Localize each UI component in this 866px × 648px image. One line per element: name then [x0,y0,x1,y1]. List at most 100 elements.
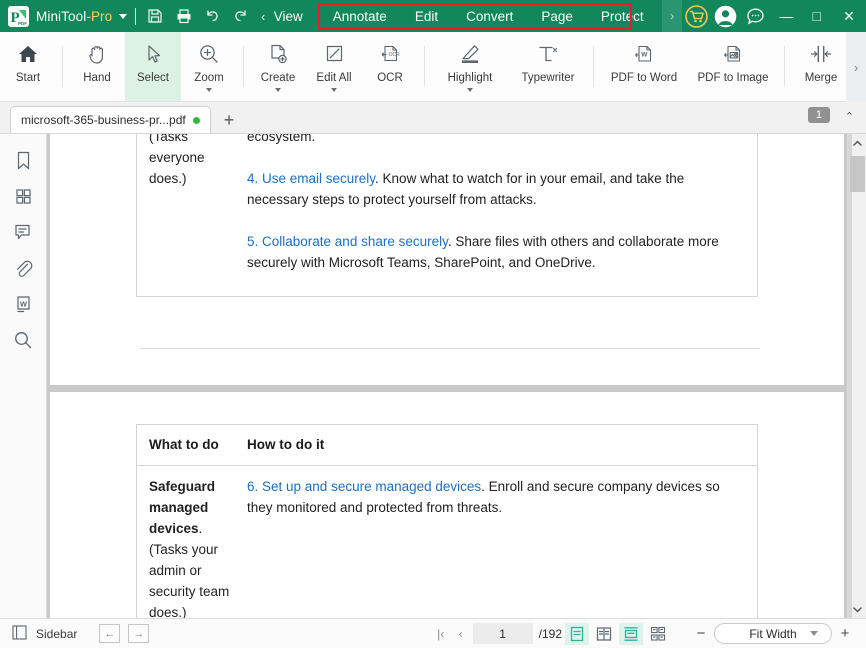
nav-forward-button[interactable]: → [128,624,150,643]
zoom-level-select[interactable]: Fit Width [714,623,832,644]
single-page-view-icon[interactable] [565,622,589,645]
first-page-button[interactable]: |‹ [431,622,451,646]
previous-page-button[interactable]: ‹ [451,622,471,646]
toolbar-label-ocr: OCR [377,72,403,84]
new-tab-button[interactable]: + [224,111,235,129]
shopping-cart-icon[interactable] [682,0,710,32]
page2-task-title-bold: Safeguard managed devices [149,479,216,536]
toolbar-button-pdf-to-word[interactable]: W PDF to Word [600,32,688,101]
page1-content-table: team. (Tasks everyone does.) own device,… [136,134,758,297]
page1-left-line-2: (Tasks [149,134,189,144]
app-menu-chevron-down-icon[interactable] [119,13,128,19]
toolbar-button-highlight[interactable]: Highlight [431,32,509,101]
page2-header-row: What to do How to do it [137,425,757,466]
maximize-button[interactable]: □ [802,0,832,32]
toolbar-label-edit-all: Edit All [316,72,352,84]
menu-collapse-left-icon[interactable]: ‹ [255,0,272,32]
close-button[interactable]: ✕ [832,0,866,32]
ocr-icon: OCR [379,39,401,69]
toolbar-divider [424,46,425,87]
edit-all-dropdown-chevron-icon[interactable] [331,88,337,92]
home-icon [17,39,39,69]
typewriter-icon [536,39,560,69]
scroll-down-button[interactable] [848,600,866,618]
svg-text:W: W [641,52,648,59]
scroll-up-chevron-icon[interactable]: ⌃ [845,110,854,123]
redo-icon[interactable] [226,0,254,32]
toolbar-label-pdf-to-image: PDF to Image [697,72,769,84]
highlight-dropdown-chevron-icon[interactable] [467,88,473,92]
page2-task-title: Safeguard managed devices. [149,476,237,539]
merge-icon [809,39,833,69]
toolbar-button-merge[interactable]: Merge [791,32,851,101]
toolbar-button-select[interactable]: Select [125,32,181,101]
pdf-to-word-icon: W [632,39,656,69]
app-title: MiniTool-Pro [36,9,112,24]
menu-page[interactable]: Page [527,0,587,32]
toolbar-button-hand[interactable]: Hand [69,32,125,101]
grid-thumbnail-view-icon[interactable] [646,623,670,645]
toolbar-button-ocr[interactable]: OCR OCR [362,32,418,101]
page2-header-cell-2: How to do it [247,425,757,465]
undo-icon[interactable] [198,0,226,32]
vertical-scrollbar[interactable] [847,134,866,618]
two-page-view-icon[interactable] [592,623,616,645]
zoom-out-button[interactable]: − [688,623,714,645]
comment-icon[interactable] [8,216,38,248]
menu-view[interactable]: View [272,0,319,32]
word-icon[interactable]: W [8,288,38,320]
zoom-dropdown-chevron-icon[interactable] [206,88,212,92]
page1-item-4-link[interactable]: 4. Use email securely [247,171,375,186]
print-icon[interactable] [170,0,198,32]
zoom-chevron-down-icon[interactable] [810,631,818,636]
zoom-in-button[interactable]: + [832,623,858,645]
app-title-pro: Pro [90,8,113,24]
toolbar-label-merge: Merge [804,72,838,84]
create-file-icon [268,39,289,69]
menu-annotate[interactable]: Annotate [319,0,401,32]
menu-edit[interactable]: Edit [401,0,452,32]
page2-task-note: (Tasks your admin or security team does.… [149,542,230,618]
menu-protect[interactable]: Protect [587,0,658,32]
user-account-icon[interactable] [711,0,739,32]
toolbar-button-create[interactable]: Create [250,32,306,101]
scrollbar-thumb[interactable] [850,156,865,192]
nav-back-button[interactable]: ← [99,624,121,643]
toolbar-button-edit-all[interactable]: Edit All [306,32,362,101]
feedback-chat-icon[interactable] [739,0,771,32]
page1-item-5-link[interactable]: 5. Collaborate and share securely [247,234,448,249]
toolbar-button-typewriter[interactable]: Typewriter [509,32,587,101]
page2-item-6-link[interactable]: 6. Set up and secure managed devices [247,479,481,494]
document-viewport[interactable]: team. (Tasks everyone does.) own device,… [47,134,847,618]
sidebar-toggle-icon[interactable] [12,624,27,643]
pdf-page-2: What to do How to do it Safeguard manage… [50,392,844,618]
page2-content-table: What to do How to do it Safeguard manage… [136,424,758,618]
toolbar-label-create: Create [260,72,296,84]
svg-text:OCR: OCR [389,52,401,58]
thumbnails-icon[interactable] [8,180,38,212]
menu-convert[interactable]: Convert [452,0,527,32]
status-bar: Sidebar ← → |‹ ‹ 1 /192 − Fit Width + [0,618,866,648]
page-total-label: /192 [538,626,562,641]
toolbar-divider [593,46,594,87]
pdf-to-image-icon [721,39,745,69]
page-number-input[interactable]: 1 [472,623,533,644]
create-dropdown-chevron-icon[interactable] [275,88,281,92]
document-tab-strip: microsoft-365-business-pr...pdf + 1 ⌃ [0,102,866,134]
toolbar-button-zoom[interactable]: Zoom [181,32,237,101]
bookmark-icon[interactable] [8,144,38,176]
search-icon[interactable] [8,324,38,356]
sidebar-toggle-label[interactable]: Sidebar [36,627,77,641]
minimize-button[interactable]: — [771,0,801,32]
save-icon[interactable] [141,0,169,32]
toolbar-overflow-right-icon[interactable]: › [846,32,866,102]
menu-overflow-right-icon[interactable]: › [661,0,683,32]
toolbar-label-typewriter: Typewriter [521,72,575,84]
toolbar-label-zoom: Zoom [194,72,224,84]
continuous-scroll-view-icon[interactable] [619,622,643,645]
attachment-icon[interactable] [8,252,38,284]
page1-left-line-3: everyone [149,150,205,165]
toolbar-button-start[interactable]: Start [0,32,56,101]
document-tab[interactable]: microsoft-365-business-pr...pdf [10,106,211,133]
toolbar-button-pdf-to-image[interactable]: PDF to Image [688,32,778,101]
